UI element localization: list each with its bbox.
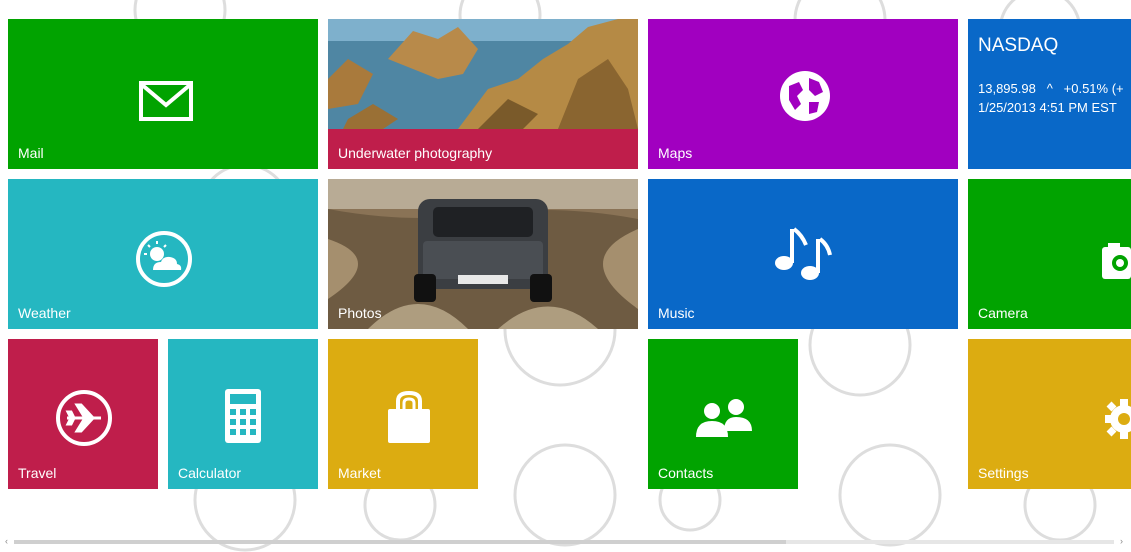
tile-label: Contacts <box>658 465 714 481</box>
tile-mail[interactable]: Mail <box>8 19 318 169</box>
tile-label: Calculator <box>178 465 242 481</box>
tile-calculator[interactable]: Calculator <box>168 339 318 489</box>
stock-timestamp: 1/25/2013 4:51 PM EST <box>978 100 1117 115</box>
globe-icon <box>779 70 831 127</box>
tile-label: Maps <box>658 145 693 161</box>
stock-quote: 13,895.98 ^ +0.51% (+ <box>978 81 1124 96</box>
tile-travel[interactable]: Travel <box>8 339 158 489</box>
people-icon <box>694 397 754 446</box>
calculator-icon <box>225 389 261 448</box>
airplane-icon <box>55 389 113 452</box>
scroll-right-arrow[interactable]: › <box>1120 536 1123 546</box>
tile-camera[interactable]: Camera <box>968 179 1131 329</box>
tile-label: Market <box>338 465 381 481</box>
scroll-left-arrow[interactable]: ‹ <box>5 536 8 546</box>
tile-label: Underwater photography <box>338 145 493 161</box>
tile-music[interactable]: Music <box>648 179 958 329</box>
stock-change: +0.51% (+ <box>1063 81 1124 96</box>
sun-cloud-icon <box>135 230 193 293</box>
envelope-icon <box>139 81 193 126</box>
stock-value: 13,895.98 <box>978 81 1036 96</box>
camera-icon <box>1102 241 1131 286</box>
tile-maps[interactable]: Maps <box>648 19 958 169</box>
tile-label: Weather <box>18 305 71 321</box>
stock-arrow: ^ <box>1046 81 1053 96</box>
tile-label: Mail <box>18 145 44 161</box>
tile-label: Settings <box>978 465 1029 481</box>
tile-label: Travel <box>18 465 57 481</box>
tile-label: Camera <box>978 305 1028 321</box>
tile-weather[interactable]: Weather <box>8 179 318 329</box>
stock-title: NASDAQ <box>978 35 1059 56</box>
gear-icon <box>1102 399 1131 444</box>
shopping-bag-icon <box>388 390 430 448</box>
tile-label: Photos <box>338 305 382 321</box>
tile-settings[interactable]: Settings <box>968 339 1131 489</box>
tile-market[interactable]: Market <box>328 339 478 489</box>
tile-contacts[interactable]: Contacts <box>648 339 798 489</box>
tile-underwater-photography[interactable]: Underwater photography <box>328 19 638 169</box>
horizontal-scrollbar[interactable]: ‹ › <box>0 536 1131 548</box>
tile-nasdaq[interactable]: NASDAQ 13,895.98 ^ +0.51% (+ 1/25/2013 4… <box>968 19 1131 169</box>
music-note-icon <box>772 225 834 290</box>
coastline-photo <box>328 19 638 129</box>
tile-photos[interactable]: Photos <box>328 179 638 329</box>
tile-label: Music <box>658 305 695 321</box>
scroll-thumb[interactable] <box>14 540 786 544</box>
